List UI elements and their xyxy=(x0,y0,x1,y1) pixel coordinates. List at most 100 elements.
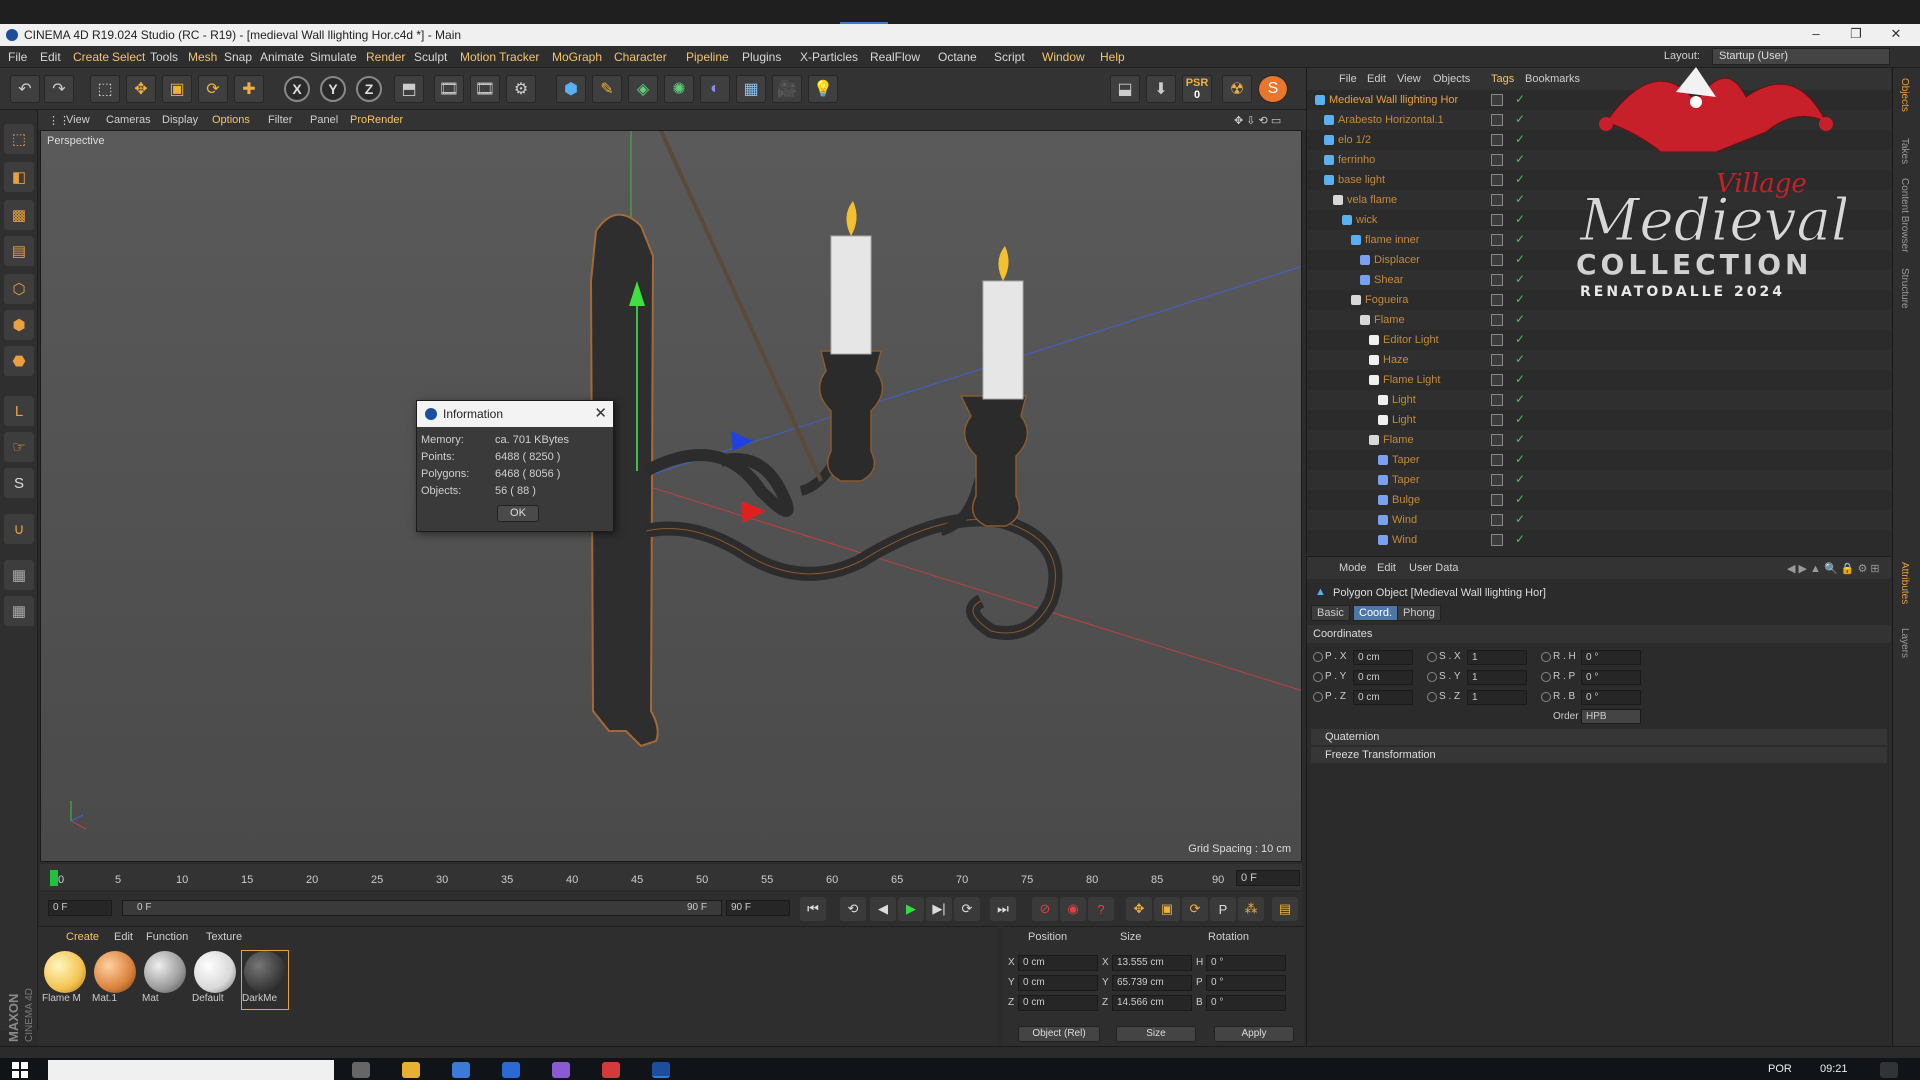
menu-file[interactable]: File xyxy=(8,50,27,64)
transform-icon[interactable]: ✚ xyxy=(234,75,264,103)
object-name[interactable]: Wind xyxy=(1392,534,1417,546)
object-row[interactable]: Editor Light ✓ xyxy=(1307,330,1891,350)
menu-snap[interactable]: Snap xyxy=(224,50,252,64)
enable-check-icon[interactable]: ✓ xyxy=(1515,92,1525,106)
menu-create[interactable]: Create xyxy=(73,50,109,64)
taskbar-search-box[interactable] xyxy=(48,1060,334,1080)
perspective-viewport[interactable]: Perspective Grid Spacing : 10 cm xyxy=(40,130,1302,862)
maximize-button[interactable]: ❐ xyxy=(1842,26,1870,44)
key-position-icon[interactable]: ✥ xyxy=(1126,897,1152,921)
enable-check-icon[interactable]: ✓ xyxy=(1515,372,1525,386)
menu-character[interactable]: Character xyxy=(614,50,667,64)
menu-plugins[interactable]: Plugins xyxy=(742,50,781,64)
size-x-field[interactable]: 13.555 cm xyxy=(1112,955,1192,971)
tab-coord[interactable]: Coord. xyxy=(1353,605,1399,621)
pen-icon[interactable]: ✎ xyxy=(592,75,622,103)
render-view-icon[interactable]: 🎞 xyxy=(434,75,464,103)
enable-check-icon[interactable]: ✓ xyxy=(1515,252,1525,266)
snap-icon[interactable]: S xyxy=(4,468,34,498)
viewport-menu-options[interactable]: Options xyxy=(212,114,250,126)
layer-visibility-toggle[interactable] xyxy=(1491,494,1503,506)
material-darkmetal[interactable]: DarkMe xyxy=(241,950,289,1010)
menu-script[interactable]: Script xyxy=(994,50,1025,64)
position-z-field[interactable]: 0 cm xyxy=(1018,995,1098,1011)
attr-scale-x[interactable]: 1 xyxy=(1467,650,1527,665)
key-param-icon[interactable]: P xyxy=(1210,897,1236,921)
layer-visibility-toggle[interactable] xyxy=(1491,274,1503,286)
object-row[interactable]: Wind ✓ xyxy=(1307,510,1891,530)
object-row[interactable]: Taper ✓ xyxy=(1307,470,1891,490)
next-frame-icon[interactable]: ▶| xyxy=(926,897,952,921)
object-name[interactable]: Arabesto Horizontal.1 xyxy=(1338,114,1444,126)
object-row[interactable]: Haze ✓ xyxy=(1307,350,1891,370)
enable-check-icon[interactable]: ✓ xyxy=(1515,152,1525,166)
undo-icon[interactable]: ↶ xyxy=(10,75,40,103)
layer-visibility-toggle[interactable] xyxy=(1491,174,1503,186)
attr-rot-h[interactable]: 0 ° xyxy=(1581,650,1641,665)
layer-visibility-toggle[interactable] xyxy=(1491,214,1503,226)
side-tab-structure[interactable]: Structure xyxy=(1899,268,1910,309)
rotate-icon[interactable]: ⟳ xyxy=(198,75,228,103)
camera-icon[interactable]: 🎥 xyxy=(772,75,802,103)
size-mode-select[interactable]: Size xyxy=(1116,1026,1196,1042)
position-x-field[interactable]: 0 cm xyxy=(1018,955,1098,971)
enable-check-icon[interactable]: ✓ xyxy=(1515,472,1525,486)
am-nav-icons[interactable]: ◀ ▶ ▲ 🔍 🔒 ⚙ ⊞ xyxy=(1787,562,1880,575)
enable-check-icon[interactable]: ✓ xyxy=(1515,452,1525,466)
object-name[interactable]: Shear xyxy=(1374,274,1403,286)
object-name[interactable]: elo 1/2 xyxy=(1338,134,1371,146)
object-row[interactable]: Flame ✓ xyxy=(1307,430,1891,450)
live-selection-icon[interactable]: ⬚ xyxy=(90,75,120,103)
cloner-icon[interactable]: ✺ xyxy=(664,75,694,103)
viewport-menu-display[interactable]: Display xyxy=(162,114,198,126)
enable-check-icon[interactable]: ✓ xyxy=(1515,332,1525,346)
deformer-icon[interactable]: ◐ xyxy=(700,75,730,103)
layer-visibility-toggle[interactable] xyxy=(1491,434,1503,446)
timeline-ruler[interactable]: 0 5 10 15 20 25 30 35 40 45 50 55 60 65 … xyxy=(46,868,1238,890)
menu-octane[interactable]: Octane xyxy=(938,50,977,64)
size-y-field[interactable]: 65.739 cm xyxy=(1112,975,1192,991)
layer-visibility-toggle[interactable] xyxy=(1491,474,1503,486)
record-keys-icon[interactable]: ⊘ xyxy=(1032,897,1058,921)
menu-render[interactable]: Render xyxy=(366,50,405,64)
enable-check-icon[interactable]: ✓ xyxy=(1515,352,1525,366)
menu-window[interactable]: Window xyxy=(1042,50,1085,64)
material-mat1[interactable]: Mat.1 xyxy=(92,951,138,1009)
axis-z-lock-button[interactable]: Z xyxy=(356,76,382,102)
am-menu-edit[interactable]: Edit xyxy=(1377,562,1396,574)
object-name[interactable]: Bulge xyxy=(1392,494,1420,506)
menu-animate[interactable]: Animate xyxy=(260,50,304,64)
menu-pipeline[interactable]: Pipeline xyxy=(686,50,729,64)
rotation-order-select[interactable]: HPB xyxy=(1581,709,1641,724)
viewport-menu-filter[interactable]: Filter xyxy=(268,114,292,126)
menu-motion-tracker[interactable]: Motion Tracker xyxy=(460,50,539,64)
object-name[interactable]: Fogueira xyxy=(1365,294,1408,306)
attr-rot-p[interactable]: 0 ° xyxy=(1581,670,1641,685)
minimize-button[interactable]: – xyxy=(1802,26,1830,44)
close-button[interactable]: ✕ xyxy=(1882,26,1910,44)
grid-icon[interactable]: ▦ xyxy=(4,560,34,590)
layer-visibility-toggle[interactable] xyxy=(1491,254,1503,266)
ok-button[interactable]: OK xyxy=(497,505,539,522)
object-row[interactable]: Flame ✓ xyxy=(1307,310,1891,330)
mat-menu-create[interactable]: Create xyxy=(66,931,99,943)
layer-visibility-toggle[interactable] xyxy=(1491,414,1503,426)
object-row[interactable]: Light ✓ xyxy=(1307,390,1891,410)
am-menu-mode[interactable]: Mode xyxy=(1339,562,1367,574)
layer-visibility-toggle[interactable] xyxy=(1491,134,1503,146)
material-flame[interactable]: Flame M xyxy=(42,951,88,1009)
edges-mode-icon[interactable]: ⬢ xyxy=(4,310,34,340)
tab-basic[interactable]: Basic xyxy=(1311,605,1350,621)
material-default[interactable]: Default xyxy=(192,951,238,1009)
mat-menu-edit[interactable]: Edit xyxy=(114,931,133,943)
render-settings-icon[interactable]: ⚙ xyxy=(506,75,536,103)
rotation-h-field[interactable]: 0 ° xyxy=(1206,955,1286,971)
object-row[interactable]: Bulge ✓ xyxy=(1307,490,1891,510)
freeze-transformation-fold[interactable]: Freeze Transformation xyxy=(1311,747,1887,763)
light-icon[interactable]: 💡 xyxy=(808,75,838,103)
taskbar-app-icon-4[interactable] xyxy=(602,1062,620,1078)
attr-scale-z[interactable]: 1 xyxy=(1467,690,1527,705)
object-name[interactable]: ferrinho xyxy=(1338,154,1375,166)
object-name[interactable]: Light xyxy=(1392,394,1416,406)
size-z-field[interactable]: 14.566 cm xyxy=(1112,995,1192,1011)
